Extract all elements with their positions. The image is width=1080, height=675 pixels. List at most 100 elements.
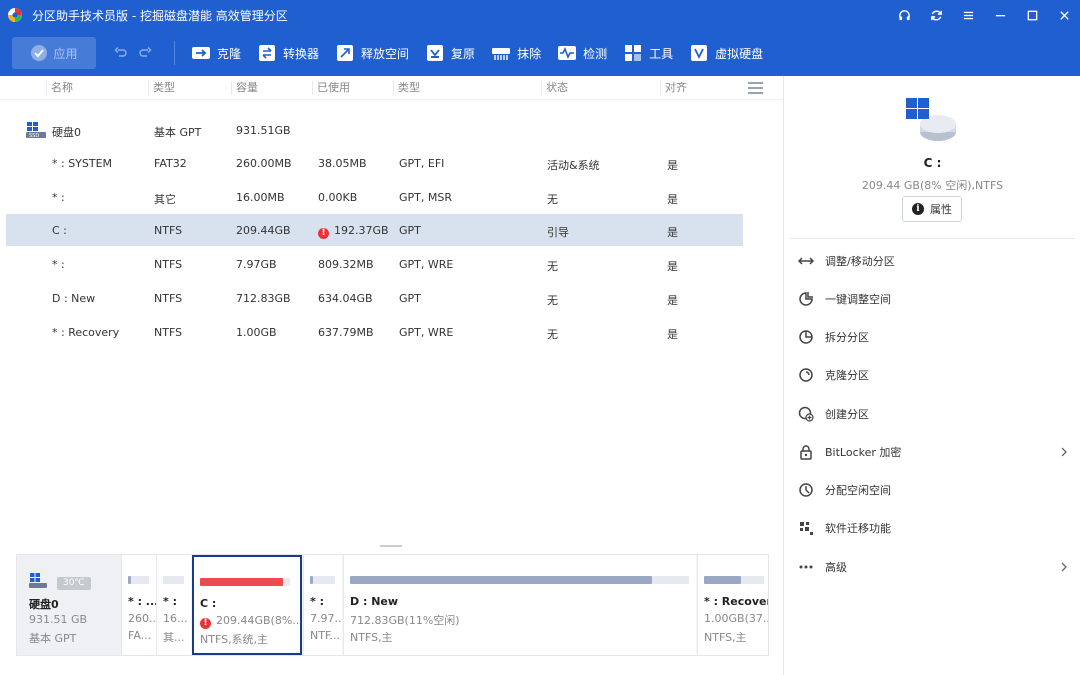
refresh-button[interactable]	[920, 0, 952, 30]
op-label: 高级	[825, 561, 847, 574]
partition-block[interactable]: * : ... 260... FA...	[121, 555, 156, 655]
menu-button[interactable]	[952, 0, 984, 30]
op-bitlocker[interactable]: BitLocker 加密	[784, 433, 1080, 471]
partition-name: C :	[200, 597, 217, 610]
partition-fs: FA...	[128, 629, 152, 642]
toolbar-clone[interactable]: 克隆	[191, 43, 241, 63]
support-button[interactable]	[888, 0, 920, 30]
row-capacity: 712.83GB	[236, 292, 291, 305]
header-name[interactable]: 名称	[46, 81, 73, 95]
free-space-icon	[337, 45, 354, 61]
toolbar-virtual-disk[interactable]: 虚拟硬盘	[689, 43, 763, 63]
close-icon	[1059, 10, 1069, 20]
disk-map-disk[interactable]: 30℃ 硬盘0 931.51 GB 基本 GPT	[17, 555, 121, 655]
wipe-icon	[492, 48, 511, 60]
ssd-disk-icon: SSD	[26, 122, 46, 139]
partition-size: 209.44GB(8%...	[216, 614, 302, 627]
header-status[interactable]: 状态	[541, 81, 568, 95]
op-label: 软件迁移功能	[825, 522, 891, 535]
table-row[interactable]: * : 其它 16.00MB 0.00KB GPT, MSR 无 是	[6, 181, 743, 213]
usage-bar	[350, 576, 689, 584]
toolbar-recovery-label: 复原	[451, 46, 476, 61]
chevron-right-icon	[1061, 562, 1067, 572]
disk-map-disk-size: 931.51 GB	[29, 613, 88, 626]
toolbar-convert[interactable]: 转换器	[257, 43, 319, 63]
disk-name: 硬盘0	[52, 126, 81, 139]
toolbar-wipe[interactable]: 抹除	[491, 43, 541, 63]
row-used: 809.32MB	[318, 258, 374, 271]
pane-splitter[interactable]	[0, 544, 782, 548]
row-partition-type: GPT, MSR	[399, 191, 452, 204]
op-resize-move[interactable]: 调整/移动分区	[784, 242, 1080, 280]
op-label: 调整/移动分区	[825, 255, 895, 268]
row-status: 引导	[547, 226, 569, 239]
usage-fill	[128, 576, 132, 584]
op-clone-partition[interactable]: 克隆分区	[784, 356, 1080, 394]
op-split-partition[interactable]: 拆分分区	[784, 318, 1080, 356]
row-alignment: 是	[667, 193, 678, 206]
toolbar-tools-label: 工具	[649, 46, 674, 61]
toolbar-recovery[interactable]: 复原	[425, 43, 475, 63]
hamburger-icon	[963, 11, 973, 19]
ssd-disk-icon	[29, 573, 47, 588]
header-type[interactable]: 类型	[148, 81, 175, 95]
table-row[interactable]: * : SYSTEM FAT32 260.00MB 38.05MB GPT, E…	[6, 147, 743, 179]
header-used[interactable]: 已使用	[312, 81, 350, 95]
minimize-icon	[995, 14, 1005, 16]
row-name: C :	[52, 224, 67, 237]
partition-size: 260...	[128, 612, 156, 625]
disk-type: 基本 GPT	[154, 126, 202, 139]
properties-button[interactable]: i 属性	[902, 196, 962, 222]
disk-map-disk-type: 基本 GPT	[29, 632, 77, 645]
header-capacity[interactable]: 容量	[231, 81, 258, 95]
row-used: 38.05MB	[318, 157, 367, 170]
close-button[interactable]	[1048, 0, 1080, 30]
svg-text:SSD: SSD	[29, 133, 39, 139]
redo-icon[interactable]	[138, 46, 152, 60]
window-title: 分区助手技术员版 - 挖掘磁盘潜能 高效管理分区	[32, 8, 288, 23]
header-alignment[interactable]: 对齐	[660, 81, 687, 95]
row-type: NTFS	[154, 292, 183, 305]
apply-button[interactable]: 应用	[12, 37, 96, 69]
usage-fill	[704, 576, 742, 584]
minimize-button[interactable]	[984, 0, 1016, 30]
headset-icon	[898, 9, 910, 20]
header-partition-type[interactable]: 类型	[393, 81, 420, 95]
table-row[interactable]: * : NTFS 7.97GB 809.32MB GPT, WRE 无 是	[6, 248, 743, 280]
table-row[interactable]: * : Recovery NTFS 1.00GB 637.79MB GPT, W…	[6, 316, 743, 348]
table-row-selected[interactable]: C : NTFS 209.44GB ! 192.37GB GPT 引导 是	[6, 214, 743, 246]
table-header: 名称 类型 容量 已使用 类型 状态 对齐	[0, 76, 782, 100]
op-app-migrate[interactable]: 软件迁移功能	[784, 509, 1080, 547]
row-status: 无	[547, 193, 558, 206]
op-allocate-space[interactable]: 分配空闲空间	[784, 471, 1080, 509]
column-menu-icon[interactable]	[748, 82, 763, 94]
partition-block[interactable]: * : 7.97... NTF...	[303, 555, 342, 655]
row-partition-type: GPT, WRE	[399, 258, 454, 271]
op-create-partition[interactable]: 创建分区	[784, 395, 1080, 433]
toolbar-tools[interactable]: 工具	[623, 43, 673, 63]
row-status: 无	[547, 328, 558, 341]
partition-size: 1.00GB(37...	[704, 612, 768, 625]
properties-label: 属性	[930, 203, 952, 216]
maximize-button[interactable]	[1016, 0, 1048, 30]
row-type: NTFS	[154, 258, 183, 271]
op-advanced[interactable]: 高级	[784, 548, 1080, 586]
table-row[interactable]: D : New NTFS 712.83GB 634.04GB GPT 无 是	[6, 282, 743, 314]
op-quick-adjust[interactable]: 一键调整空间	[784, 280, 1080, 318]
row-type: FAT32	[154, 157, 187, 170]
undo-icon[interactable]	[114, 46, 128, 60]
info-icon: i	[912, 203, 924, 215]
partition-block[interactable]: D : New 712.83GB(11%空闲) NTFS,主	[343, 555, 696, 655]
partition-block[interactable]: * : Recovery 1.00GB(37... NTFS,主	[697, 555, 768, 655]
disk-row[interactable]: SSD 硬盘0 基本 GPT 931.51GB	[6, 114, 743, 146]
toolbar-check[interactable]: 检测	[557, 43, 607, 63]
toolbar-check-label: 检测	[583, 46, 608, 61]
toolbar-free-space[interactable]: 释放空间	[335, 43, 409, 63]
op-label: 分配空闲空间	[825, 484, 891, 497]
row-type: NTFS	[154, 224, 183, 237]
partition-block[interactable]: * : 16... 其...	[156, 555, 191, 655]
panel-divider	[790, 238, 1075, 239]
apply-label: 应用	[53, 46, 78, 61]
partition-block-selected[interactable]: C : ! 209.44GB(8%... NTFS,系统,主	[192, 555, 302, 655]
op-label: BitLocker 加密	[825, 446, 902, 459]
